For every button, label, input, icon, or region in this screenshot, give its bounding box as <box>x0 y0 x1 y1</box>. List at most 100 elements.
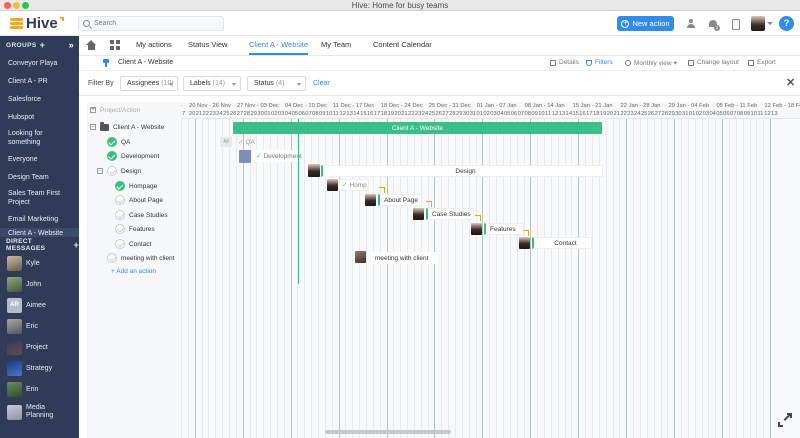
sidebar-item-salesforce[interactable]: Salesforce <box>0 90 79 108</box>
task-row-development[interactable]: Development <box>107 150 159 162</box>
task-row-qa[interactable]: QA <box>107 136 130 148</box>
grid-icon[interactable] <box>110 40 120 50</box>
gantt-bar-project[interactable]: Client A - Website <box>233 122 602 134</box>
status-count: (4) <box>275 80 285 87</box>
tab-content-calendar[interactable]: Content Calendar <box>373 40 432 49</box>
gantt-bar-contact[interactable]: Contact <box>532 237 592 249</box>
close-icon[interactable]: ✕ <box>786 76 795 89</box>
gantt-bar-qa[interactable]: ✓ QA <box>238 136 278 148</box>
task-row-contact[interactable]: Contact <box>115 238 151 250</box>
task-row-features[interactable]: Features <box>115 223 155 235</box>
check-icon[interactable] <box>107 137 117 147</box>
sidebar-item-everyone[interactable]: Everyone <box>0 150 79 168</box>
timeline-day-label: 20 <box>188 111 196 117</box>
gantt-bar-about[interactable]: About Page <box>378 194 422 206</box>
gantt-bar-case-studies[interactable]: Case Studies <box>426 208 474 220</box>
pin-icon[interactable] <box>103 59 109 67</box>
assignee-avatar[interactable] <box>239 150 251 163</box>
task-row-design[interactable]: − Design <box>97 165 141 177</box>
dm-item-eric[interactable]: Eric <box>0 316 79 337</box>
task-row-meeting[interactable]: meeting with client <box>107 252 174 264</box>
check-icon[interactable] <box>115 239 125 249</box>
add-dm-icon[interactable]: + <box>73 240 79 250</box>
change-layout-button[interactable]: Change layout <box>688 59 739 66</box>
sidebar-item-client-a-website[interactable]: Client A - Website <box>0 228 79 237</box>
task-row-homepage[interactable]: Hompage <box>115 180 157 192</box>
hive-logo[interactable]: Hive <box>10 15 64 32</box>
task-row-project[interactable]: − Client A - Website <box>90 121 164 133</box>
assignee-avatar[interactable] <box>308 164 320 177</box>
search-box[interactable] <box>78 16 224 31</box>
expand-all-toggle[interactable]: + <box>90 107 96 113</box>
tab-client-a-website[interactable]: Client A - Website <box>249 40 308 49</box>
new-action-button[interactable]: + New action <box>617 16 674 31</box>
collapse-toggle[interactable]: − <box>90 124 96 130</box>
dm-item-project[interactable]: Project <box>0 337 79 358</box>
sidebar-item-hubspot[interactable]: Hubspot <box>0 108 79 126</box>
dm-item-aimee[interactable]: AR Aimee <box>0 295 79 316</box>
timeline-day-label: 11 <box>545 111 552 117</box>
export-button[interactable]: Export <box>748 59 776 66</box>
filters-button[interactable]: Filters <box>586 59 613 66</box>
assignee-avatar[interactable] <box>355 251 366 263</box>
sidebar-item-sales-team-first-project[interactable]: Sales Team First Project <box>0 186 79 210</box>
gantt-bar-design[interactable]: Design <box>321 165 603 177</box>
assignee-avatar[interactable] <box>365 194 376 206</box>
check-icon[interactable] <box>115 224 125 234</box>
details-button[interactable]: Details <box>550 59 579 66</box>
dm-item-media-planning[interactable]: Media Planning <box>0 400 79 424</box>
document-icon[interactable] <box>730 19 740 30</box>
tab-my-team[interactable]: My Team <box>321 40 351 49</box>
gantt-bar-features[interactable]: Features <box>484 223 524 235</box>
sidebar-item-client-a-pr[interactable]: Client A - PR <box>0 72 79 90</box>
status-filter[interactable]: Status (4) <box>247 76 306 91</box>
collapse-toggle[interactable]: − <box>97 168 103 174</box>
assignee-avatar[interactable] <box>519 237 530 249</box>
timeline-day-label: 05 <box>291 111 299 117</box>
add-action-link[interactable]: + Add an action <box>111 268 156 275</box>
tab-status-view[interactable]: Status View <box>188 40 227 49</box>
sidebar-item-design-team[interactable]: Design Team <box>0 168 79 186</box>
assignee-avatar[interactable] <box>327 179 338 191</box>
sidebar-item-looking-for-something[interactable]: Looking for something <box>0 126 79 150</box>
task-row-about[interactable]: About Page <box>115 194 163 206</box>
check-icon[interactable] <box>107 253 117 263</box>
chevron-down-icon[interactable] <box>767 22 773 25</box>
collapse-sidebar-icon[interactable]: » <box>69 40 74 50</box>
gantt-bar-homepage[interactable]: ✓ Homp <box>339 179 369 191</box>
labels-filter[interactable]: Labels (14) <box>183 76 241 91</box>
help-button[interactable]: ? <box>779 16 794 31</box>
assignee-avatar[interactable] <box>413 208 424 220</box>
sidebar-item-conveyor-playa[interactable]: Conveyor Playa <box>0 54 79 72</box>
fullscreen-expand-icon[interactable] <box>778 413 792 427</box>
user-avatar[interactable] <box>751 16 765 31</box>
dm-item-erin[interactable]: Erin <box>0 379 79 400</box>
dm-item-kyle[interactable]: Kyle <box>0 253 79 274</box>
gantt-bar-development[interactable]: ✓ Development <box>253 150 302 162</box>
timeline-body[interactable]: Client A - Website All ✓ QA ✓ Development … <box>181 119 800 438</box>
check-icon[interactable] <box>107 151 117 161</box>
tab-my-actions[interactable]: My actions <box>136 40 172 49</box>
view-selector[interactable]: Monthly view ▾ <box>625 59 677 67</box>
sidebar-item-label: Salesforce <box>8 95 42 103</box>
timeline-week-label: 05 Feb - 11 Feb <box>716 103 758 109</box>
add-group-icon[interactable]: + <box>40 40 46 50</box>
check-icon[interactable] <box>115 210 125 220</box>
dm-item-john[interactable]: John <box>0 274 79 295</box>
check-icon[interactable] <box>107 166 117 176</box>
assignees-filter[interactable]: Assignees (10) <box>120 76 178 91</box>
user-icon[interactable] <box>686 19 696 29</box>
clear-filters-link[interactable]: Clear <box>313 80 330 87</box>
check-icon[interactable] <box>115 181 125 191</box>
assignee-avatar[interactable] <box>471 223 482 235</box>
horizontal-scrollbar[interactable] <box>325 430 451 434</box>
sidebar-item-email-marketing[interactable]: Email Marketing <box>0 210 79 228</box>
task-row-case-studies[interactable]: Case Studies <box>115 209 168 221</box>
search-input[interactable] <box>94 20 204 27</box>
home-icon[interactable] <box>86 40 97 50</box>
gantt-bar-meeting[interactable]: meeting with client <box>371 252 437 264</box>
check-icon[interactable] <box>115 195 125 205</box>
view-label: Monthly view <box>634 59 672 67</box>
timeline-grid-line <box>263 119 265 438</box>
dm-item-strategy[interactable]: Strategy <box>0 358 79 379</box>
